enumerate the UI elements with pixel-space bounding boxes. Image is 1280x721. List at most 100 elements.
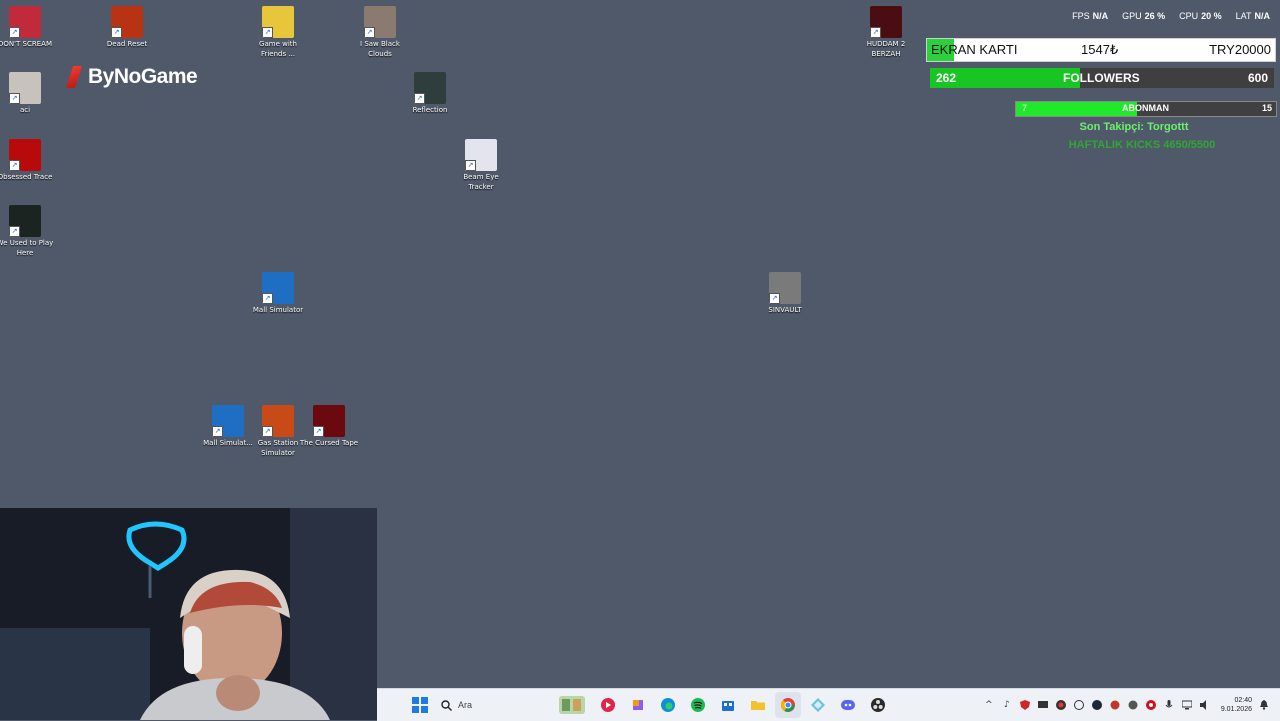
shortcut-arrow-icon: ↗ <box>111 27 122 38</box>
gpu-stat: GPU 26 % <box>1122 11 1165 21</box>
record-icon[interactable] <box>1145 699 1157 711</box>
gas-station-simulator-icon: ↗ <box>262 405 294 437</box>
antivirus-icon[interactable] <box>1019 699 1031 711</box>
monitor-icon[interactable] <box>1037 699 1049 711</box>
followers-current: 262 <box>936 71 957 85</box>
shortcut-arrow-icon: ↗ <box>9 93 20 104</box>
subs-target: 15 <box>1261 103 1272 113</box>
sinvault-icon: ↗ <box>769 272 801 304</box>
shortcut-arrow-icon: ↗ <box>262 426 273 437</box>
game-with-friends-icon: ↗ <box>262 6 294 38</box>
fps-label: FPS <box>1072 11 1090 21</box>
desktop-shortcut[interactable]: ↗ Game with Friends ... <box>247 6 309 59</box>
we-used-to-play-here-icon: ↗ <box>9 205 41 237</box>
volume-icon[interactable] <box>1199 699 1211 711</box>
desktop-shortcut[interactable]: ↗ DON'T SCREAM <box>0 6 56 50</box>
gpu-goal-title: EKRAN KARTI <box>931 42 1018 57</box>
clock-date: 9.01.2026 <box>1220 706 1252 713</box>
taskbar-search-box[interactable]: Ara <box>441 693 577 717</box>
desktop-shortcut-label: Obsessed Trace <box>0 173 53 181</box>
desktop-shortcut[interactable]: ↗ The Cursed Tape <box>298 405 360 449</box>
desktop-shortcut[interactable]: ↗ Obsessed Trace <box>0 139 56 183</box>
discord-icon[interactable] <box>835 692 861 718</box>
cpu-stat: CPU 20 % <box>1179 11 1222 21</box>
desktop-shortcut[interactable]: ↗ We Used to Play Here <box>0 205 56 258</box>
copilot-icon[interactable] <box>625 692 651 718</box>
lat-label: LAT <box>1235 11 1252 21</box>
edge-icon[interactable] <box>655 692 681 718</box>
desktop-shortcut-label: Beam Eye Tracker <box>463 173 499 191</box>
desktop-shortcut[interactable]: ↗ aci <box>0 72 56 116</box>
windows-start-icon[interactable] <box>407 692 433 718</box>
clock-time: 02:40 <box>1234 697 1252 704</box>
obsessed-trace-icon: ↗ <box>9 139 41 171</box>
desktop-shortcut-label: Game with Friends ... <box>259 40 297 58</box>
shortcut-arrow-icon: ↗ <box>870 27 881 38</box>
desktop-shortcut-label: We Used to Play Here <box>0 239 54 257</box>
desktop-shortcut-label: Dead Reset <box>106 40 148 48</box>
desktop-shortcut-label: I Saw Black Clouds <box>360 40 400 58</box>
brand-text: ByNoGame <box>88 65 198 88</box>
bynogame-logo: ByNoGame <box>66 62 198 92</box>
gpu-goal-target: TRY20000 <box>1209 42 1271 57</box>
media-player-icon[interactable] <box>595 692 621 718</box>
gpu-label: GPU <box>1122 11 1142 21</box>
desktop-shortcut[interactable]: ↗ Beam Eye Tracker <box>450 139 512 192</box>
desktop-shortcut-label: The Cursed Tape <box>299 439 359 447</box>
shield-icon[interactable] <box>1127 699 1139 711</box>
shortcut-arrow-icon: ↗ <box>364 27 375 38</box>
shortcut-arrow-icon: ↗ <box>414 93 425 104</box>
shortcut-arrow-icon: ↗ <box>769 293 780 304</box>
shortcut-arrow-icon: ↗ <box>9 27 20 38</box>
system-tray: ^ ♪ 02:40 9.01.2026 <box>983 689 1270 721</box>
subs-goal-fill <box>1016 102 1138 116</box>
subs-current: 7 <box>1022 103 1028 113</box>
desktop-shortcut[interactable]: ↗ Dead Reset <box>96 6 158 50</box>
lat-value: N/A <box>1254 11 1271 21</box>
shortcut-arrow-icon: ↗ <box>9 226 20 237</box>
file-explorer-icon[interactable] <box>745 692 771 718</box>
obs-icon[interactable] <box>865 692 891 718</box>
app-tray-red-icon[interactable] <box>1055 699 1067 711</box>
fps-stat: FPS N/A <box>1072 11 1108 21</box>
desktop-shortcut[interactable]: ↗ Mall Simulator <box>247 272 309 316</box>
search-icon <box>441 699 452 711</box>
beam-eye-tracker-icon: ↗ <box>465 139 497 171</box>
desktop-shortcut-label: Mall Simulator <box>252 306 304 314</box>
last-follower-text: Son Takipçi: Torgottt <box>1079 121 1189 133</box>
notification-bell-icon[interactable] <box>1258 699 1270 711</box>
desktop-shortcut[interactable]: ↗ HUDDAM 2 BERZAH <box>855 6 917 59</box>
network-tool-icon[interactable] <box>805 692 831 718</box>
cloud-icon[interactable] <box>1073 699 1085 711</box>
taskbar-clock[interactable]: 02:40 9.01.2026 <box>1221 696 1252 714</box>
desktop-shortcut-label: DON'T SCREAM <box>0 40 52 48</box>
reflection-icon: ↗ <box>414 72 446 104</box>
gpu-goal-bar: EKRAN KARTI 1547₺ TRY20000 <box>926 38 1276 62</box>
steam-icon[interactable] <box>1091 699 1103 711</box>
desktop-shortcut[interactable]: ↗ I Saw Black Clouds <box>349 6 411 59</box>
shortcut-arrow-icon: ↗ <box>313 426 324 437</box>
spotify-icon[interactable] <box>685 692 711 718</box>
speaker-icon[interactable]: ♪ <box>1001 699 1013 711</box>
search-placeholder: Ara <box>458 700 473 710</box>
mall-simulator-2-icon: ↗ <box>212 405 244 437</box>
followers-title: FOLLOWERS <box>1063 71 1140 85</box>
desktop-shortcut[interactable]: ↗ Reflection <box>399 72 461 116</box>
microphone-icon[interactable] <box>1163 699 1175 711</box>
chrome-icon[interactable] <box>775 692 801 718</box>
chevron-up-icon[interactable]: ^ <box>983 699 995 711</box>
game-thumbnail-icon[interactable] <box>559 692 585 718</box>
network-icon[interactable] <box>1181 699 1193 711</box>
dont-scream-icon: ↗ <box>9 6 41 38</box>
graphics-icon[interactable] <box>1109 699 1121 711</box>
desktop-shortcut-label: aci <box>19 106 31 114</box>
gpu-goal-current: 1547₺ <box>1081 42 1119 57</box>
followers-target: 600 <box>1247 71 1268 85</box>
shortcut-arrow-icon: ↗ <box>262 27 273 38</box>
store-icon[interactable] <box>715 692 741 718</box>
mall-simulator-icon: ↗ <box>262 272 294 304</box>
aci-icon: ↗ <box>9 72 41 104</box>
huddam-icon: ↗ <box>870 6 902 38</box>
weekly-kicks-text: HAFTALIK KICKS 4650/5500 <box>1068 139 1216 151</box>
desktop-shortcut[interactable]: ↗ SINVAULT <box>754 272 816 316</box>
